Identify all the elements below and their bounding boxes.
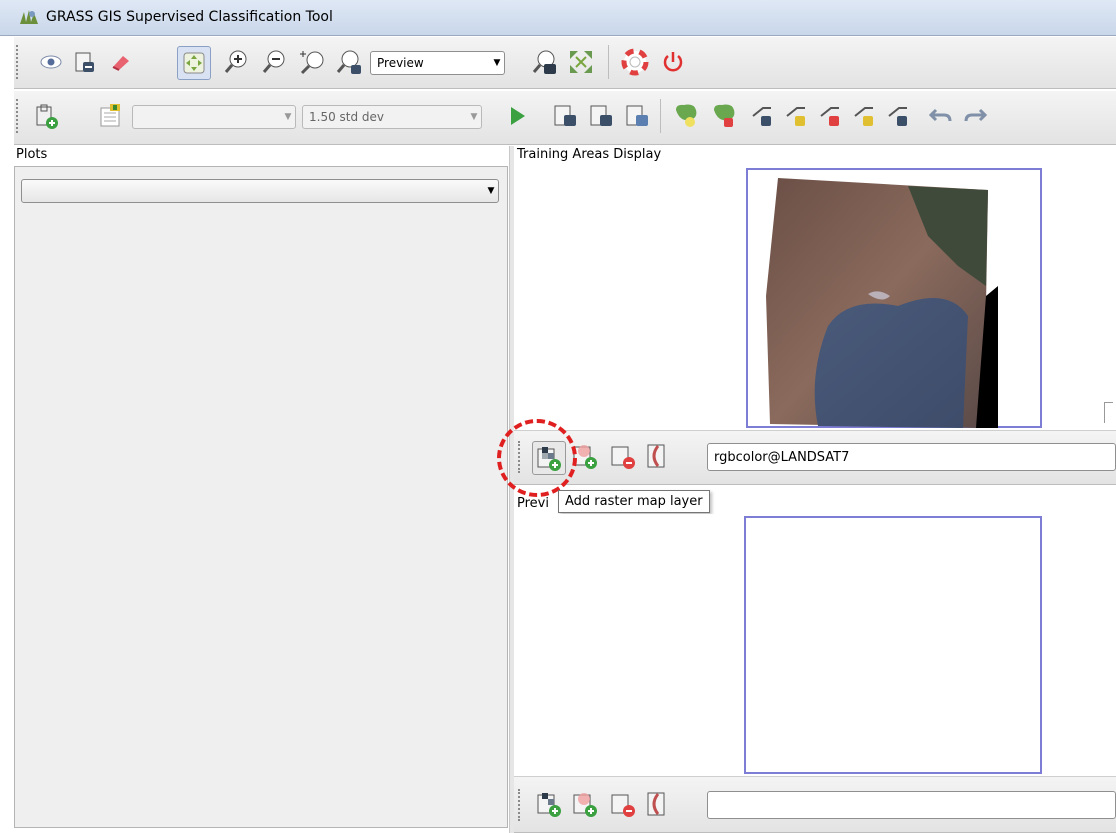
export-areas-icon[interactable] — [586, 101, 616, 131]
layer-select-value: rgbcolor@LANDSAT7 — [714, 449, 850, 465]
zoom-region-icon[interactable] — [566, 47, 596, 77]
delete-area-icon[interactable] — [710, 101, 740, 131]
chevron-down-icon: ▼ — [487, 186, 495, 196]
eraser-icon[interactable] — [106, 47, 136, 77]
std-dev-select[interactable]: 1.50 std dev ▼ — [302, 105, 482, 129]
toolbar-grip[interactable] — [518, 789, 524, 821]
preview-map-canvas[interactable] — [514, 514, 1116, 774]
help-icon[interactable] — [620, 47, 650, 77]
chevron-down-icon: ▼ — [493, 58, 501, 68]
map-scale-marker — [1104, 402, 1113, 423]
add-raster-layer-icon[interactable] — [534, 789, 564, 819]
zoom-extent-icon[interactable] — [334, 47, 364, 77]
preview-label: Previ — [517, 496, 549, 511]
edit-line-icon[interactable] — [850, 101, 880, 131]
grass-logo-icon — [18, 8, 40, 26]
map-style-icon[interactable] — [642, 441, 672, 471]
layer-select[interactable]: rgbcolor@LANDSAT7 — [707, 443, 1116, 471]
import-areas-icon[interactable] — [550, 101, 580, 131]
toolbar-separator — [608, 45, 609, 79]
plots-label: Plots — [16, 147, 48, 162]
add-area-icon[interactable] — [672, 101, 702, 131]
preview-extent-frame — [744, 516, 1042, 774]
display-mode-value: Preview — [377, 56, 424, 70]
zoom-in-icon[interactable] — [222, 47, 252, 77]
export-signatures-icon[interactable] — [622, 101, 652, 131]
preview-layer-select[interactable] — [707, 791, 1116, 819]
add-vertex-icon[interactable] — [782, 101, 812, 131]
class-select[interactable]: ▼ — [132, 105, 296, 129]
add-layer-icon[interactable] — [70, 47, 100, 77]
toolbar-grip[interactable] — [16, 99, 22, 133]
main-toolbar: Preview ▼ — [14, 37, 1116, 89]
pan-icon[interactable] — [177, 46, 211, 80]
chevron-down-icon: ▼ — [470, 112, 478, 122]
remove-layer-icon[interactable] — [608, 789, 638, 819]
display-mode-select[interactable]: Preview ▼ — [370, 51, 505, 75]
undo-icon[interactable] — [926, 101, 956, 131]
map-style-icon[interactable] — [642, 789, 672, 819]
training-map-canvas[interactable] — [514, 166, 1116, 428]
map-extent-frame — [746, 168, 1042, 428]
zoom-out-icon[interactable] — [260, 47, 290, 77]
training-areas-label: Training Areas Display — [517, 147, 662, 162]
remove-layer-icon[interactable] — [608, 441, 638, 471]
title-bar: GRASS GIS Supervised Classification Tool — [0, 0, 1116, 36]
zoom-box-icon[interactable] — [298, 47, 328, 77]
toolbar-grip[interactable] — [16, 45, 22, 79]
delete-vertex-icon[interactable] — [816, 101, 846, 131]
window-title: GRASS GIS Supervised Classification Tool — [46, 9, 333, 25]
tooltip: Add raster map layer — [558, 490, 710, 513]
select-group-icon[interactable] — [32, 101, 62, 131]
classification-toolbar: ▼ 1.50 std dev ▼ — [14, 91, 1116, 145]
plot-select[interactable]: ▼ — [21, 179, 499, 203]
redo-icon[interactable] — [960, 101, 990, 131]
chevron-down-icon: ▼ — [284, 112, 292, 122]
class-manager-icon[interactable] — [96, 101, 126, 131]
eye-icon[interactable] — [36, 47, 66, 77]
landsat-image — [766, 178, 998, 428]
quit-icon[interactable] — [658, 47, 688, 77]
highlight-circle — [497, 419, 577, 497]
layer-toolbar: rgbcolor@LANDSAT7 — [514, 430, 1116, 485]
std-dev-value: 1.50 std dev — [309, 110, 385, 124]
add-line-icon[interactable] — [748, 101, 778, 131]
plots-panel: ▼ — [14, 166, 508, 828]
add-rgb-layer-icon[interactable] — [570, 789, 600, 819]
preview-layer-toolbar — [514, 776, 1116, 833]
toolbar-separator — [660, 99, 661, 133]
move-line-icon[interactable] — [884, 101, 914, 131]
run-icon[interactable] — [502, 101, 532, 131]
zoom-back-icon[interactable] — [530, 47, 560, 77]
